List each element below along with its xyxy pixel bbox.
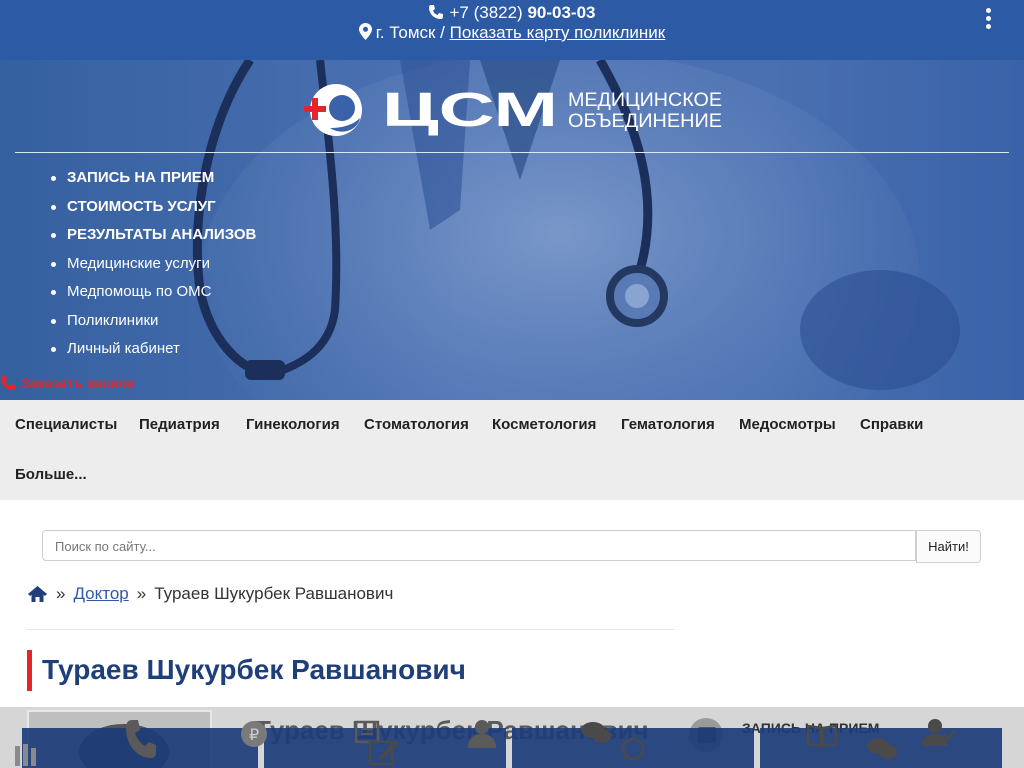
logo-line2: ОБЪЕДИНЕНИЕ	[568, 111, 722, 132]
logo-mark-icon: ЦСМ МЕДИЦИНСКОЕ ОБЪЕДИНЕНИЕ	[304, 84, 722, 137]
nav-item-gynecology[interactable]: Гинекология	[246, 416, 340, 433]
hero-menu: ЗАПИСЬ НА ПРИЕМ СТОИМОСТЬ УСЛУГ РЕЗУЛЬТА…	[46, 164, 256, 364]
menu-item-medical-services[interactable]: Медицинские услуги	[46, 250, 256, 279]
hero-banner: ЦСМ МЕДИЦИНСКОЕ ОБЪЕДИНЕНИЕ ЗАПИСЬ НА ПР…	[0, 60, 1024, 400]
search-input[interactable]: Поиск по сайту...	[42, 530, 916, 561]
breadcrumb: » Доктор » Тураев Шукурбек Равшанович	[27, 584, 393, 604]
menu-item-test-results[interactable]: РЕЗУЛЬТАТЫ АНАЛИЗОВ	[46, 221, 256, 250]
breadcrumb-separator: »	[136, 584, 147, 603]
nav-item-certificates[interactable]: Справки	[860, 416, 923, 433]
menu-item-oms[interactable]: Медпомощь по ОМС	[46, 278, 256, 307]
nav-item-dentistry[interactable]: Стоматология	[364, 416, 469, 433]
site-logo[interactable]: ЦСМ МЕДИЦИНСКОЕ ОБЪЕДИНЕНИЕ	[302, 78, 732, 148]
menu-item-prices[interactable]: СТОИМОСТЬ УСЛУГ	[46, 193, 256, 222]
phone-icon	[429, 5, 444, 19]
nav-item-cosmetology[interactable]: Косметология	[492, 416, 596, 433]
whatsapp-icon	[621, 737, 645, 761]
callback-link[interactable]: Заказать звонок	[0, 374, 134, 391]
bottom-action-bar: ₽	[0, 719, 1024, 768]
breadcrumb-current: Тураев Шукурбек Равшанович	[154, 584, 394, 603]
nav-item-more[interactable]: Больше...	[15, 466, 87, 483]
site-search: Поиск по сайту... Найти!	[42, 530, 981, 563]
title-accent	[27, 650, 32, 691]
top-contact-bar: +7 (3822) 90-03-03 г. Томск / Показать к…	[0, 0, 1024, 60]
menu-item-account[interactable]: Личный кабинет	[46, 335, 256, 364]
city-name: г. Томск /	[375, 23, 445, 42]
breadcrumb-link-doctor[interactable]: Доктор	[73, 584, 128, 604]
logo-line1: МЕДИЦИНСКОЕ	[568, 90, 722, 111]
nav-item-hematology[interactable]: Гематология	[621, 416, 715, 433]
phone-ringing-icon	[1, 376, 15, 390]
phone-number: 90-03-03	[527, 3, 596, 22]
phone-line[interactable]: +7 (3822) 90-03-03	[0, 2, 1024, 24]
user-check-icon	[922, 719, 956, 746]
search-button[interactable]: Найти!	[916, 530, 981, 563]
doctor-avatar-icon	[468, 720, 496, 748]
ruble-coin-icon: ₽	[241, 721, 267, 747]
svg-text:₽: ₽	[249, 725, 259, 744]
menu-item-clinics[interactable]: Поликлиники	[46, 307, 256, 336]
home-icon[interactable]	[27, 585, 48, 603]
kebab-menu-icon[interactable]	[984, 8, 994, 30]
hero-divider	[15, 152, 1009, 153]
logo-name: ЦСМ	[382, 84, 558, 137]
chat-icon	[581, 722, 611, 743]
breadcrumb-divider	[27, 629, 675, 630]
breadcrumb-separator: »	[56, 584, 66, 603]
nav-item-specialists[interactable]: Специалисты	[15, 416, 117, 433]
nav-item-checkups[interactable]: Медосмотры	[739, 416, 836, 433]
tests-icon	[15, 744, 36, 766]
phone-prefix: +7 (3822)	[449, 3, 523, 22]
city-line: г. Томск / Показать карту поликлиник	[0, 22, 1024, 44]
map-link[interactable]: Показать карту поликлиник	[450, 23, 666, 42]
edit-form-icon	[368, 740, 399, 766]
chat-bubbles-icon	[867, 738, 897, 759]
phone-icon	[126, 720, 156, 758]
open-book-icon	[806, 724, 838, 748]
callback-label: Заказать звонок	[21, 374, 135, 391]
page-title: Тураев Шукурбек Равшанович	[42, 654, 466, 685]
location-pin-icon	[358, 23, 372, 40]
menu-item-appointment[interactable]: ЗАПИСЬ НА ПРИЕМ	[46, 164, 256, 193]
nav-item-pediatrics[interactable]: Педиатрия	[139, 416, 220, 433]
category-nav: Специалисты Педиатрия Гинекология Стомат…	[0, 400, 1024, 500]
